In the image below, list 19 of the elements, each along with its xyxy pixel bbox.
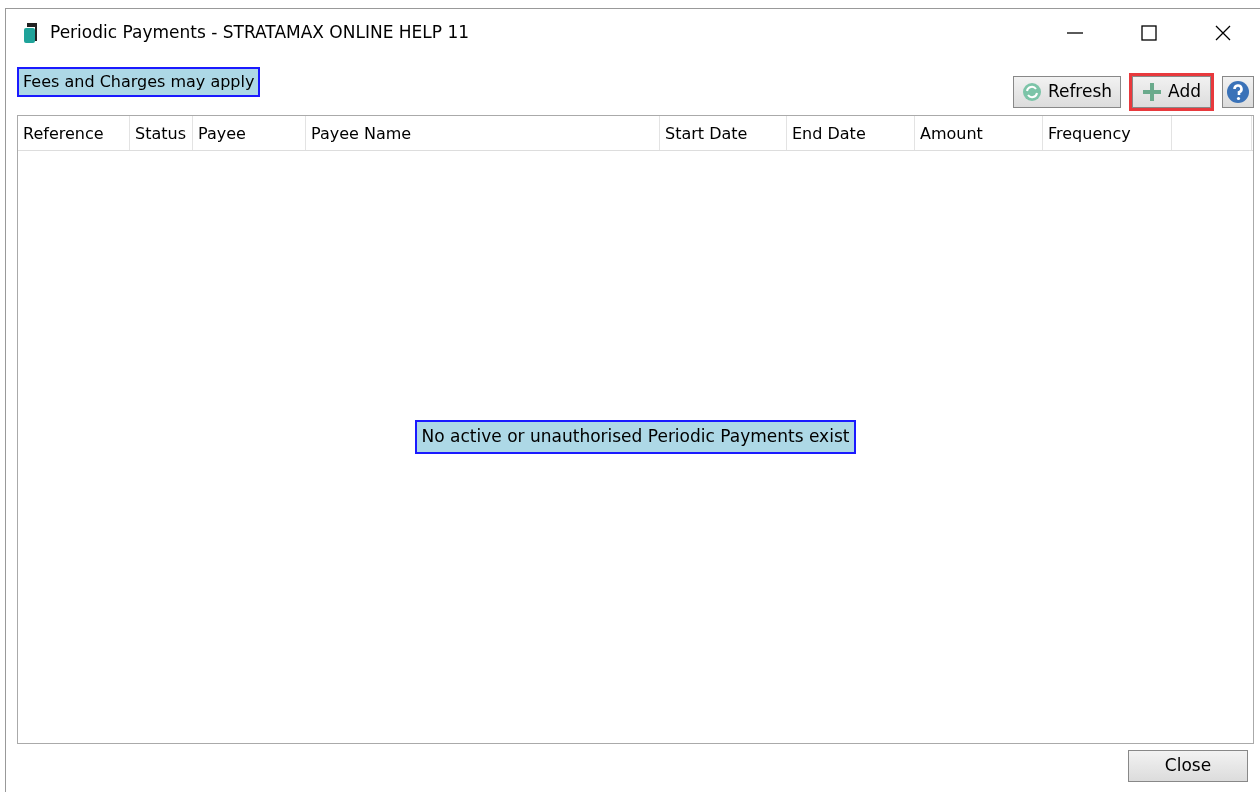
column-header[interactable]: Reference <box>18 116 130 150</box>
app-icon <box>22 22 40 44</box>
column-header[interactable]: Frequency <box>1043 116 1172 150</box>
column-header[interactable]: Status <box>130 116 193 150</box>
column-header[interactable]: Start Date <box>660 116 787 150</box>
window-title: Periodic Payments - STRATAMAX ONLINE HELP 11 <box>50 21 470 45</box>
refresh-button[interactable]: Refresh <box>1012 76 1122 108</box>
notice-label: Fees and Charges may apply <box>17 67 261 97</box>
column-header[interactable]: End Date <box>787 116 915 150</box>
column-header[interactable]: Payee Name <box>306 116 660 150</box>
help-icon <box>1226 80 1250 104</box>
plus-icon <box>1142 82 1163 102</box>
add-button[interactable]: Add <box>1129 73 1214 111</box>
close-button[interactable]: Close <box>1128 750 1248 782</box>
column-header[interactable]: Payee <box>193 116 306 150</box>
column-header[interactable]: Amount <box>915 116 1043 150</box>
help-button[interactable] <box>1222 76 1254 108</box>
refresh-icon <box>1021 82 1042 102</box>
empty-message: No active or unauthorised Periodic Payments exist <box>414 420 857 454</box>
